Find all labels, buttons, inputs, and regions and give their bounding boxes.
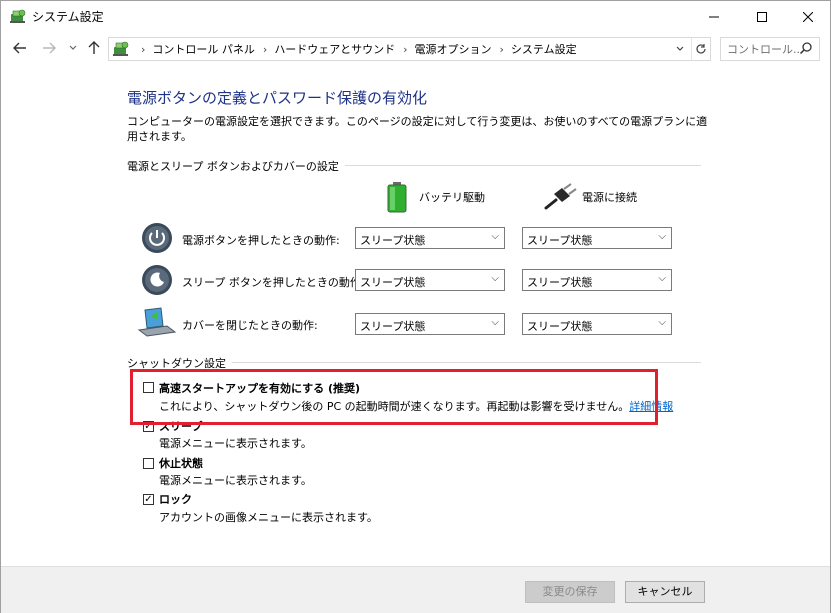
- hibernate-checkbox[interactable]: [143, 458, 154, 469]
- address-bar[interactable]: › コントロール パネル › ハードウェアとサウンド › 電源オプション › シ…: [108, 37, 711, 61]
- breadcrumb: › コントロール パネル › ハードウェアとサウンド › 電源オプション › シ…: [133, 38, 577, 60]
- sleep-button-plugged-select[interactable]: スリープ状態 ⌵: [522, 269, 672, 291]
- select-value: スリープ状態: [527, 234, 593, 247]
- chevron-down-icon: ⌵: [658, 317, 666, 328]
- page-title: 電源ボタンの定義とパスワード保護の有効化: [127, 89, 428, 107]
- power-button-plugged-select[interactable]: スリープ状態 ⌵: [522, 227, 672, 249]
- window-title: システム設定: [32, 10, 104, 24]
- power-button-action-label: 電源ボタンを押したときの動作:: [182, 234, 340, 247]
- chevron-down-icon: ⌵: [658, 273, 666, 284]
- select-value: スリープ状態: [527, 276, 593, 289]
- sleep-button-action-label: スリープ ボタンを押したときの動作:: [182, 276, 365, 289]
- laptop-lid-icon: [137, 307, 177, 337]
- lock-option-title[interactable]: ロック: [159, 491, 192, 507]
- chevron-down-icon: ⌵: [491, 317, 499, 328]
- chevron-down-icon: ⌵: [658, 231, 666, 242]
- power-plug-icon: [544, 183, 577, 210]
- sleep-button-icon: [142, 265, 172, 295]
- power-button-battery-select[interactable]: スリープ状態 ⌵: [355, 227, 505, 249]
- power-section-label: 電源とスリープ ボタンおよびカバーの設定: [127, 158, 345, 174]
- footer-bar: 変更の保存 キャンセル: [1, 566, 830, 613]
- cancel-button[interactable]: キャンセル: [625, 581, 705, 603]
- minimize-icon: [709, 16, 719, 17]
- column-header-battery: バッテリ駆動: [419, 191, 485, 204]
- breadcrumb-control-panel[interactable]: コントロール パネル: [152, 41, 255, 57]
- arrow-up-icon: [88, 41, 100, 54]
- battery-icon: [387, 182, 407, 213]
- select-value: スリープ状態: [360, 234, 426, 247]
- control-panel-icon: [113, 41, 129, 56]
- lock-option-description: アカウントの画像メニューに表示されます。: [159, 511, 378, 524]
- up-button[interactable]: [85, 40, 103, 56]
- navigation-bar: › コントロール パネル › ハードウェアとサウンド › 電源オプション › シ…: [1, 32, 830, 65]
- refresh-icon: [696, 44, 706, 54]
- fast-startup-highlight-box: [130, 369, 658, 425]
- hibernate-option-description: 電源メニューに表示されます。: [159, 474, 312, 487]
- power-options-app-icon: [10, 9, 26, 23]
- sleep-button-battery-select[interactable]: スリープ状態 ⌵: [355, 269, 505, 291]
- save-changes-button[interactable]: 変更の保存: [525, 581, 615, 603]
- sleep-option-description: 電源メニューに表示されます。: [159, 437, 312, 450]
- chevron-down-icon: [69, 45, 77, 50]
- refresh-button[interactable]: [691, 38, 710, 60]
- breadcrumb-system-settings[interactable]: システム設定: [511, 41, 577, 57]
- select-value: スリープ状態: [527, 320, 593, 333]
- forward-button[interactable]: [40, 40, 58, 56]
- select-value: スリープ状態: [360, 320, 426, 333]
- arrow-right-icon: [43, 42, 56, 54]
- title-bar[interactable]: システム設定: [1, 1, 830, 32]
- power-button-icon: [142, 223, 172, 253]
- back-button[interactable]: [11, 40, 29, 56]
- chevron-down-icon: [676, 46, 684, 51]
- close-icon: [803, 11, 813, 22]
- minimize-button[interactable]: [691, 1, 737, 32]
- breadcrumb-separator-icon[interactable]: ›: [500, 43, 504, 56]
- recent-locations-button[interactable]: [64, 40, 82, 56]
- lid-close-plugged-select[interactable]: スリープ状態 ⌵: [522, 313, 672, 335]
- page-description: コンピューターの電源設定を選択できます。このページの設定に対して行う変更は、お使…: [127, 115, 708, 143]
- chevron-down-icon: ⌵: [491, 273, 499, 284]
- search-placeholder: コントロール...: [727, 43, 804, 56]
- column-header-plugged: 電源に接続: [582, 191, 637, 204]
- breadcrumb-separator-icon[interactable]: ›: [403, 43, 407, 56]
- maximize-button[interactable]: [739, 1, 785, 32]
- system-settings-window: システム設定 › コントロール パネル › ハードウェアとサウンド › 電源オプ…: [0, 0, 831, 613]
- maximize-icon: [757, 11, 767, 22]
- chevron-down-icon: ⌵: [491, 231, 499, 242]
- close-button[interactable]: [785, 1, 831, 32]
- hibernate-option-title[interactable]: 休止状態: [159, 455, 203, 471]
- lock-checkbox[interactable]: ✓: [143, 494, 154, 505]
- lid-close-battery-select[interactable]: スリープ状態 ⌵: [355, 313, 505, 335]
- select-value: スリープ状態: [360, 276, 426, 289]
- breadcrumb-separator-icon[interactable]: ›: [263, 43, 267, 56]
- lid-close-action-label: カバーを閉じたときの動作:: [182, 319, 318, 332]
- search-icon: [799, 42, 812, 55]
- arrow-left-icon: [13, 42, 26, 54]
- breadcrumb-power-options[interactable]: 電源オプション: [415, 41, 492, 57]
- breadcrumb-separator-icon[interactable]: ›: [141, 43, 145, 56]
- breadcrumb-hardware-sound[interactable]: ハードウェアとサウンド: [274, 41, 395, 57]
- address-history-button[interactable]: [671, 38, 689, 60]
- search-input[interactable]: コントロール...: [720, 37, 820, 61]
